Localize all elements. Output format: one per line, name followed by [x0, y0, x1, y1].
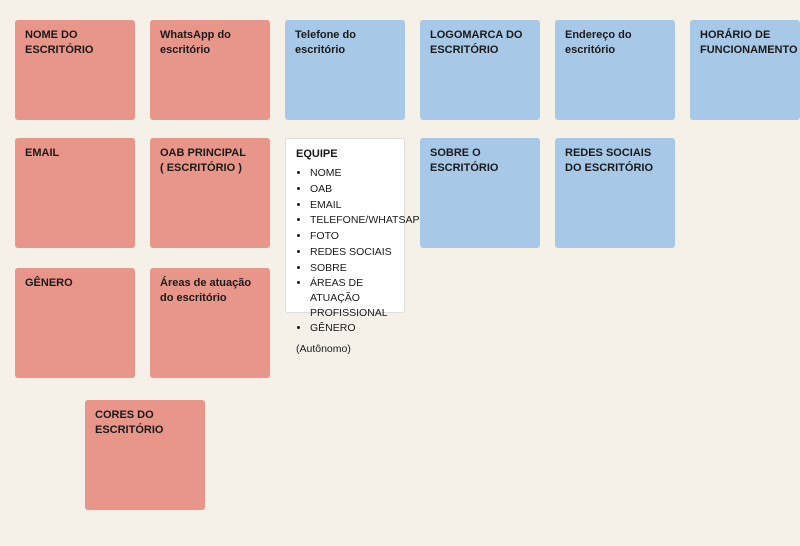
areas-atuacao-label: Áreas de atuação do escritório [160, 276, 260, 307]
list-item: TELEFONE/WHATSAPP [310, 213, 394, 228]
sobre-escritorio-card: SOBRE O ESCRITÓRIO [420, 138, 540, 248]
oab-principal-card: OAB PRINCIPAL ( ESCRITÓRIO ) [150, 138, 270, 248]
telefone-escritorio-card: Telefone do escritório [285, 20, 405, 120]
nome-escritorio-card: NOME DO ESCRITÓRIO [15, 20, 135, 120]
cores-escritorio-card: CORES DO ESCRITÓRIO [85, 400, 205, 510]
logomarca-escritorio-card: LOGOMARCA DO ESCRITÓRIO [420, 20, 540, 120]
cores-escritorio-label: CORES DO ESCRITÓRIO [95, 408, 195, 439]
horario-funcionamento-label: HORÁRIO DE FUNCIONAMENTO [700, 28, 790, 59]
nome-escritorio-label: NOME DO ESCRITÓRIO [25, 28, 125, 59]
email-label: EMAIL [25, 146, 125, 161]
genero-card: GÊNERO [15, 268, 135, 378]
sobre-escritorio-label: SOBRE O ESCRITÓRIO [430, 146, 530, 177]
horario-funcionamento-card: HORÁRIO DE FUNCIONAMENTO [690, 20, 800, 120]
oab-principal-label: OAB PRINCIPAL ( ESCRITÓRIO ) [160, 146, 260, 177]
genero-label: GÊNERO [25, 276, 125, 291]
whatsapp-escritorio-label: WhatsApp do escritório [160, 28, 260, 59]
endereco-escritorio-card: Endereço do escritório [555, 20, 675, 120]
telefone-escritorio-label: Telefone do escritório [295, 28, 395, 59]
list-item: FOTO [310, 229, 394, 244]
list-item: GÊNERO [310, 321, 394, 336]
equipe-list: NOMEOABEMAILTELEFONE/WHATSAPPFOTOREDES S… [310, 166, 394, 336]
list-item: SOBRE [310, 261, 394, 276]
list-item: ÁREAS DE ATUAÇÃO PROFISSIONAL [310, 276, 394, 320]
list-item: REDES SOCIAIS [310, 245, 394, 260]
email-card: EMAIL [15, 138, 135, 248]
whatsapp-escritorio-card: WhatsApp do escritório [150, 20, 270, 120]
board: NOME DO ESCRITÓRIO WhatsApp do escritório… [10, 10, 790, 536]
logomarca-escritorio-label: LOGOMARCA DO ESCRITÓRIO [430, 28, 530, 59]
equipe-card: EQUIPE NOMEOABEMAILTELEFONE/WHATSAPPFOTOR… [285, 138, 405, 313]
list-item: NOME [310, 166, 394, 181]
redes-sociais-escritorio-card: REDES SOCIAIS DO ESCRITÓRIO [555, 138, 675, 248]
equipe-subtitle: (Autônomo) [296, 342, 394, 357]
list-item: OAB [310, 182, 394, 197]
redes-sociais-escritorio-label: REDES SOCIAIS DO ESCRITÓRIO [565, 146, 665, 177]
list-item: EMAIL [310, 198, 394, 213]
endereco-escritorio-label: Endereço do escritório [565, 28, 665, 59]
equipe-label: EQUIPE [296, 147, 394, 162]
areas-atuacao-card: Áreas de atuação do escritório [150, 268, 270, 378]
